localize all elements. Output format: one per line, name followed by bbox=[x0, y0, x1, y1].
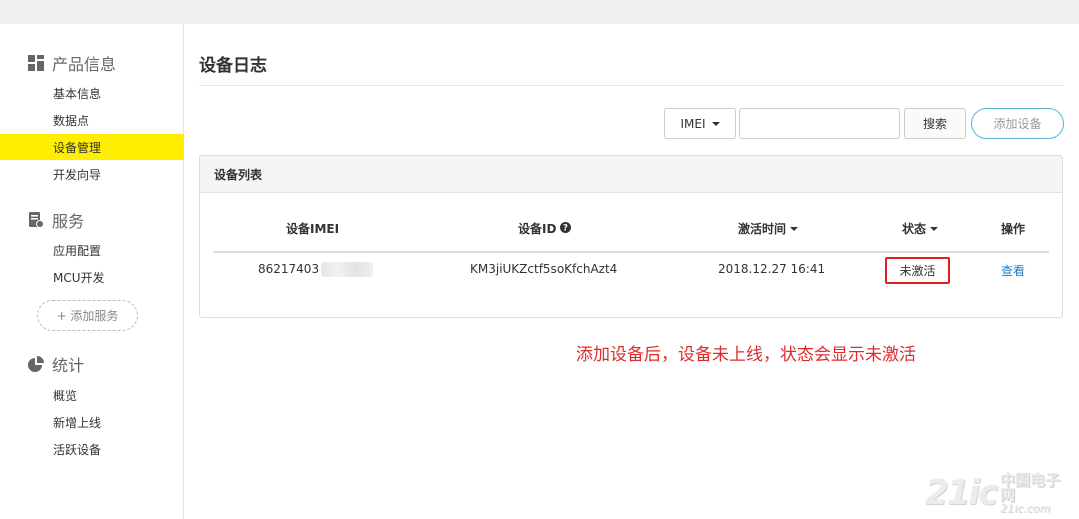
sidebar-item-datapoints[interactable]: 数据点 bbox=[0, 107, 184, 133]
annotation-text: 添加设备后，设备未上线，状态会显示未激活 bbox=[576, 345, 916, 365]
service-icon bbox=[28, 212, 44, 228]
view-link[interactable]: 查看 bbox=[1001, 262, 1025, 279]
cell-activated-at: 2018.12.27 16:41 bbox=[718, 262, 826, 276]
column-header-label: 设备ID bbox=[518, 222, 557, 236]
add-device-button[interactable]: 添加设备 bbox=[971, 108, 1064, 139]
sidebar-item-app-config[interactable]: 应用配置 bbox=[0, 237, 184, 263]
column-header-actions: 操作 bbox=[1001, 220, 1025, 237]
sidebar-section-statistics: 统计 bbox=[28, 353, 84, 375]
watermark-sub: 21ic.com bbox=[1000, 501, 1051, 515]
caret-down-icon bbox=[711, 121, 720, 126]
cell-imei: 86217403 bbox=[258, 262, 374, 277]
watermark: 21ic 中国电子网 21ic.com bbox=[925, 470, 1075, 516]
add-service-button[interactable]: + 添加服务 bbox=[37, 300, 138, 331]
sort-caret-icon bbox=[790, 226, 799, 231]
sidebar-item-dev-guide[interactable]: 开发向导 bbox=[0, 161, 184, 187]
watermark-text: 中国电子网 21ic.com bbox=[1000, 470, 1075, 515]
status-badge: 未激活 bbox=[885, 257, 950, 284]
column-header-imei: 设备IMEI bbox=[286, 220, 339, 237]
sidebar-item-new-online[interactable]: 新增上线 bbox=[0, 409, 184, 435]
column-header-label: 操作 bbox=[1001, 222, 1026, 236]
header-divider bbox=[213, 251, 1049, 253]
panel-title: 设备列表 bbox=[200, 156, 1062, 193]
watermark-brand: 21ic bbox=[925, 473, 998, 513]
column-header-device-id: 设备ID ? bbox=[518, 220, 572, 237]
sidebar-section-title: 产品信息 bbox=[52, 55, 117, 74]
sidebar-section-title: 统计 bbox=[52, 356, 85, 375]
sidebar-section-services: 服务 bbox=[28, 209, 84, 231]
filter-field-select[interactable]: IMEI bbox=[664, 108, 736, 139]
help-icon[interactable]: ? bbox=[560, 221, 572, 236]
sidebar-item-basic-info[interactable]: 基本信息 bbox=[0, 80, 184, 106]
redacted-blur bbox=[321, 262, 374, 277]
sidebar-item-active-devices[interactable]: 活跃设备 bbox=[0, 436, 184, 462]
column-header-label: 状态 bbox=[902, 222, 927, 236]
column-header-label: 设备IMEI bbox=[286, 222, 340, 236]
svg-text:?: ? bbox=[563, 223, 568, 232]
sidebar-section-title: 服务 bbox=[52, 212, 85, 231]
imei-value: 86217403 bbox=[258, 262, 320, 276]
cell-device-id: KM3jiUKZctf5soKfchAzt4 bbox=[470, 262, 618, 276]
grid-icon bbox=[28, 55, 44, 71]
search-button[interactable]: 搜索 bbox=[904, 108, 966, 139]
column-header-label: 激活时间 bbox=[738, 222, 787, 236]
search-input[interactable] bbox=[739, 108, 900, 139]
sidebar-section-product-info: 产品信息 bbox=[28, 52, 116, 74]
sidebar-item-device-management[interactable]: 设备管理 bbox=[0, 134, 184, 160]
sidebar-item-mcu-dev[interactable]: MCU开发 bbox=[0, 264, 184, 290]
title-divider bbox=[199, 85, 1063, 86]
column-header-activated-at[interactable]: 激活时间 bbox=[738, 220, 799, 237]
filter-select-value: IMEI bbox=[680, 116, 706, 131]
sidebar: 产品信息 基本信息 数据点 设备管理 开发向导 服务 应用配置 MCU开发 + … bbox=[0, 24, 184, 519]
sidebar-item-overview[interactable]: 概览 bbox=[0, 382, 184, 408]
pie-chart-icon bbox=[28, 356, 44, 372]
sort-caret-icon bbox=[930, 226, 939, 231]
column-header-status[interactable]: 状态 bbox=[902, 220, 939, 237]
device-list-panel: 设备列表 设备IMEI 设备ID ? 激活时间 状态 操作 86217403 K… bbox=[199, 155, 1063, 318]
watermark-name: 中国电子网 bbox=[1000, 470, 1061, 504]
page-title: 设备日志 bbox=[199, 56, 267, 76]
status-text: 未激活 bbox=[899, 264, 936, 278]
